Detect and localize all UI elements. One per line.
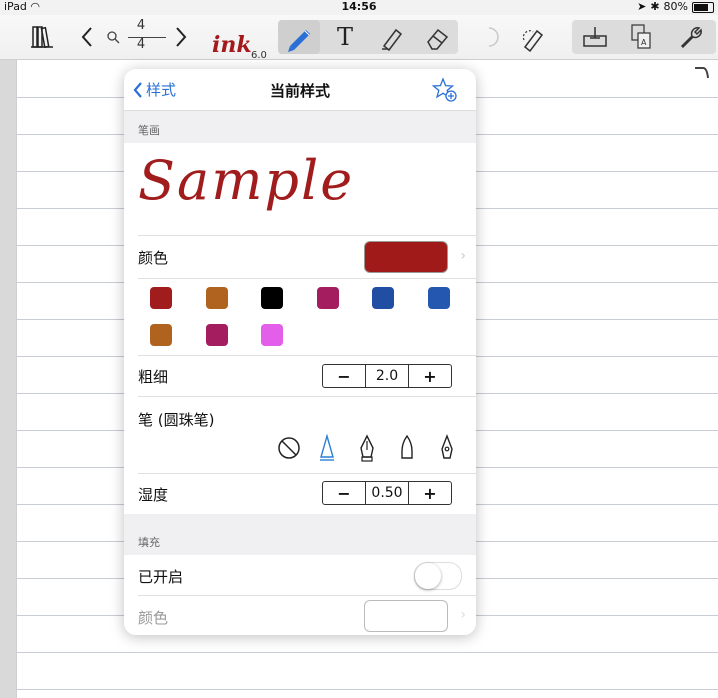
- bluetooth-icon: ✱: [650, 0, 660, 13]
- status-time: 14:56: [341, 0, 377, 13]
- svg-text:A: A: [641, 38, 647, 47]
- pen-type-label: 笔 (圆珠笔): [138, 411, 215, 429]
- palette-swatch[interactable]: [261, 324, 283, 346]
- style-popover: 样式 当前样式 笔画 Sample 颜色 › 粗细 − 2.0 + 笔 (圆珠笔…: [124, 69, 476, 635]
- status-right: ➤ ✱ 80%: [637, 0, 714, 14]
- thickness-value: 2.0: [365, 365, 409, 387]
- wetness-decrease-button[interactable]: −: [323, 482, 365, 504]
- fill-color-swatch[interactable]: [364, 600, 448, 632]
- fill-toggle[interactable]: [414, 562, 462, 590]
- thickness-row: 粗细 − 2.0 +: [124, 356, 476, 396]
- status-bar: iPad ◠ 14:56 ➤ ✱ 80%: [0, 0, 718, 15]
- location-icon: ➤: [637, 0, 647, 13]
- insert-button[interactable]: [576, 20, 614, 54]
- marker-pen-icon: [401, 434, 413, 459]
- settings-button[interactable]: [672, 20, 710, 54]
- pen-type-row: 笔 (圆珠笔): [124, 397, 476, 473]
- chevron-right-icon: [176, 27, 187, 47]
- selected-color-swatch[interactable]: [364, 241, 448, 273]
- star-add-icon: [431, 77, 457, 102]
- wetness-increase-button[interactable]: +: [409, 482, 451, 504]
- color-palette: [124, 279, 476, 355]
- prohibited-icon: [278, 437, 300, 459]
- wetness-stepper: − 0.50 +: [322, 481, 452, 505]
- pen-marker-button[interactable]: [396, 433, 418, 463]
- palette-swatch[interactable]: [372, 287, 394, 309]
- pen-fountain-button[interactable]: [356, 433, 378, 463]
- wetness-value: 0.50: [365, 482, 409, 504]
- chevron-right-icon: ›: [460, 248, 466, 264]
- highlighter-tool-button[interactable]: [370, 20, 412, 54]
- page-indicator[interactable]: 4 4: [108, 18, 168, 56]
- page-template-icon: A: [631, 24, 651, 49]
- section-fill-label: 填充: [138, 536, 160, 549]
- current-page: 4: [136, 18, 146, 33]
- section-fill: 填充: [124, 514, 476, 555]
- palette-swatch[interactable]: [428, 287, 450, 309]
- calligraphy-pen-icon: [441, 434, 453, 459]
- undo-button[interactable]: [478, 20, 508, 54]
- toggle-knob: [415, 563, 441, 589]
- pen-ballpoint-button[interactable]: [316, 433, 338, 463]
- add-favorite-button[interactable]: [431, 77, 458, 107]
- sample-preview: Sample: [124, 143, 476, 235]
- library-button[interactable]: [26, 21, 58, 53]
- text-tool-button[interactable]: T: [324, 20, 366, 54]
- lasso-pen-icon: [522, 29, 544, 52]
- thickness-increase-button[interactable]: +: [409, 365, 451, 387]
- wetness-label: 湿度: [138, 486, 169, 504]
- text-tool-icon: T: [336, 23, 353, 51]
- insert-tray-icon: [583, 27, 607, 47]
- popover-title: 当前样式: [269, 82, 330, 100]
- library-icon: [31, 26, 53, 49]
- chevron-left-icon: [81, 27, 92, 47]
- pen-none-button[interactable]: [276, 435, 302, 461]
- fill-enabled-label: 已开启: [138, 568, 184, 586]
- ballpoint-pen-icon: [320, 433, 334, 461]
- thickness-stepper: − 2.0 +: [322, 364, 452, 388]
- palette-swatch[interactable]: [317, 287, 339, 309]
- wetness-row: 湿度 − 0.50 +: [124, 474, 476, 514]
- color-label: 颜色: [138, 249, 169, 267]
- thickness-label: 粗细: [138, 368, 169, 386]
- eraser-icon: [427, 28, 449, 50]
- palette-swatch[interactable]: [150, 324, 172, 346]
- popover-header: 样式 当前样式: [124, 69, 476, 111]
- wrench-icon: [680, 27, 702, 49]
- pen-icon: [288, 30, 310, 52]
- battery-icon: [692, 1, 714, 13]
- total-pages: 4: [136, 37, 146, 52]
- page-edge: [0, 60, 16, 698]
- color-row[interactable]: 颜色 ›: [124, 236, 476, 278]
- fill-color-label: 颜色: [138, 609, 169, 627]
- next-page-button[interactable]: [170, 21, 192, 53]
- fill-enabled-row: 已开启: [124, 555, 476, 595]
- thickness-decrease-button[interactable]: −: [323, 365, 365, 387]
- section-stroke: 笔画: [124, 111, 476, 143]
- fountain-pen-icon: [360, 434, 374, 462]
- pen-calligraphy-button[interactable]: [436, 433, 458, 463]
- page-template-button[interactable]: A: [624, 20, 658, 54]
- pen-tool-button[interactable]: [278, 20, 320, 54]
- palette-swatch[interactable]: [206, 287, 228, 309]
- palette-swatch[interactable]: [206, 324, 228, 346]
- undo-icon: [488, 27, 499, 47]
- fill-color-row[interactable]: 颜色 ›: [124, 596, 476, 635]
- lasso-tool-button[interactable]: [516, 20, 552, 54]
- page-curl-icon[interactable]: [693, 64, 711, 82]
- section-stroke-label: 笔画: [138, 124, 160, 137]
- chevron-right-icon: ›: [460, 607, 466, 623]
- ink-brush-button[interactable]: ink: [212, 32, 252, 58]
- battery-percent: 80%: [663, 0, 688, 13]
- highlighter-icon: [382, 28, 403, 52]
- sample-text: Sample: [138, 149, 355, 212]
- prev-page-button[interactable]: [76, 21, 98, 53]
- eraser-tool-button[interactable]: [416, 20, 458, 54]
- palette-swatch[interactable]: [261, 287, 283, 309]
- palette-swatch[interactable]: [150, 287, 172, 309]
